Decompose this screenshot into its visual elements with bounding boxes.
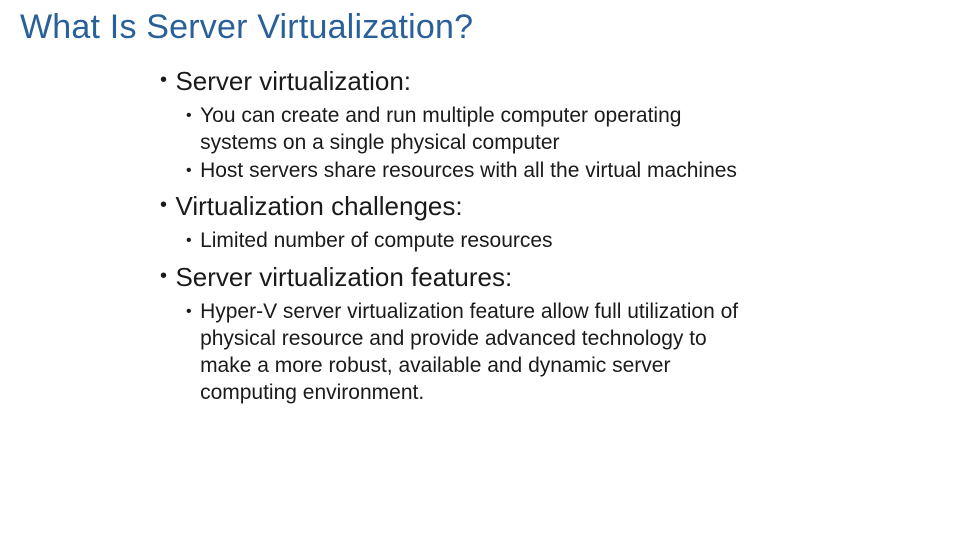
section-0: • Server virtualization: [160, 65, 940, 99]
list-item: • You can create and run multiple comput… [186, 103, 940, 157]
bullet-icon: • [160, 65, 167, 92]
bullet-icon: • [160, 261, 167, 288]
bullet-icon: • [186, 299, 192, 321]
list-item: • Limited number of compute resources [186, 228, 940, 255]
list-item-text: Limited number of compute resources [200, 228, 553, 255]
section-1-items: • Limited number of compute resources [160, 228, 940, 255]
bullet-icon: • [186, 103, 192, 125]
slide-title: What Is Server Virtualization? [20, 8, 940, 47]
section-2-items: • Hyper-V server virtualization feature … [160, 299, 940, 407]
section-heading: Server virtualization: [175, 66, 411, 96]
slide-content: • Server virtualization: • You can creat… [20, 65, 940, 406]
list-item: • Host servers share resources with all … [186, 158, 940, 185]
list-item-text: Hyper-V server virtualization feature al… [200, 299, 760, 407]
bullet-icon: • [186, 158, 192, 180]
list-item: • Hyper-V server virtualization feature … [186, 299, 940, 407]
list-item-text: Host servers share resources with all th… [200, 158, 737, 185]
section-2: • Server virtualization features: [160, 261, 940, 295]
bullet-icon: • [160, 190, 167, 217]
section-1: • Virtualization challenges: [160, 190, 940, 224]
bullet-icon: • [186, 228, 192, 250]
section-0-items: • You can create and run multiple comput… [160, 103, 940, 185]
list-item-text: You can create and run multiple computer… [200, 103, 760, 157]
section-heading: Server virtualization features: [175, 262, 512, 292]
section-heading: Virtualization challenges: [175, 191, 462, 221]
